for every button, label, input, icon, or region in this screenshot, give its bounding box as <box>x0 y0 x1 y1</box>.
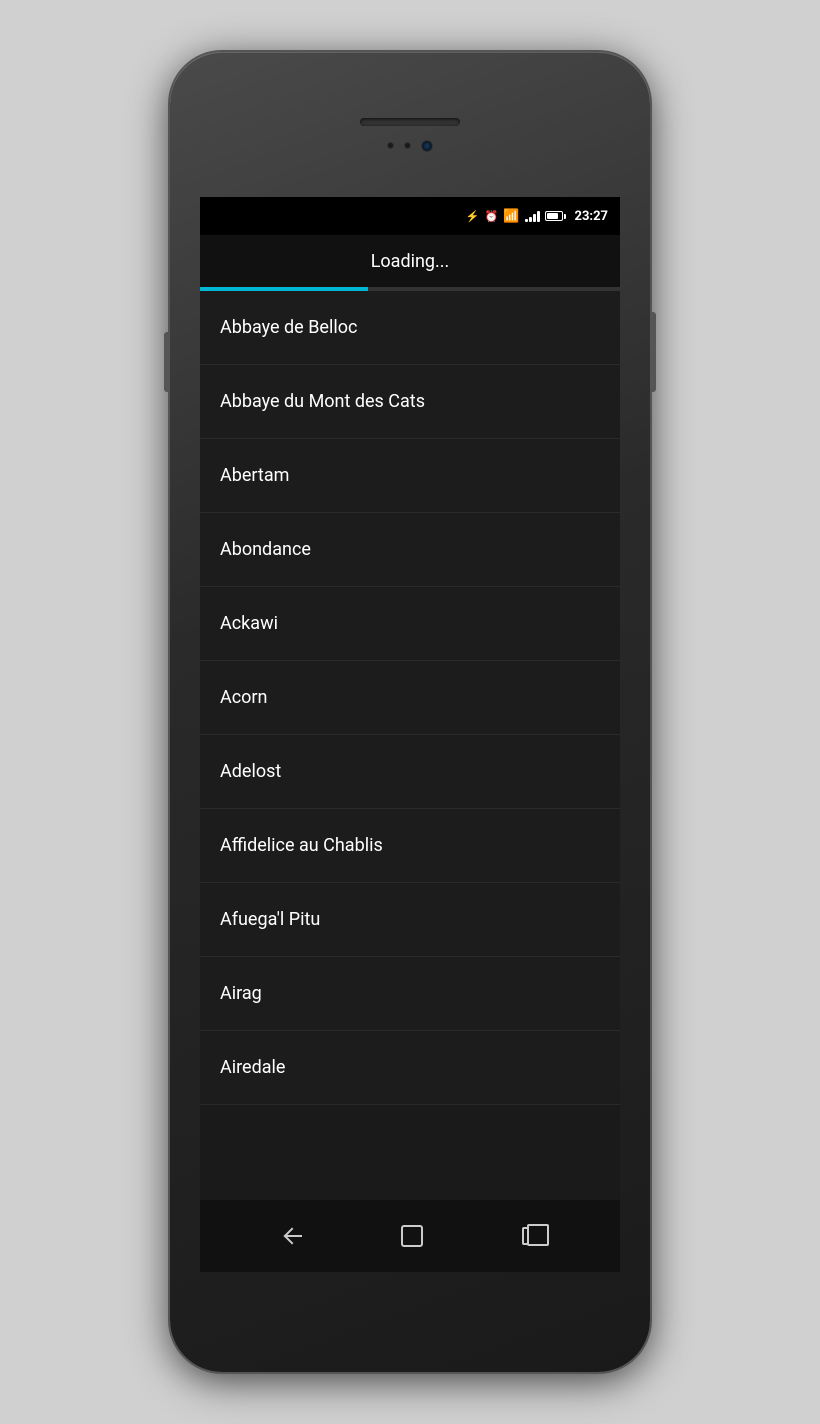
battery-icon <box>545 211 566 221</box>
status-time: 23:27 <box>575 209 609 224</box>
loading-bar-filled <box>200 287 368 291</box>
recents-icon <box>522 1227 540 1245</box>
list-item-label: Airedale <box>220 1057 285 1078</box>
home-icon <box>401 1225 423 1247</box>
battery-tip <box>564 214 566 219</box>
list-item[interactable]: Abondance <box>200 513 620 587</box>
list-item[interactable]: Adelost <box>200 735 620 809</box>
phone-top-bezel <box>170 52 650 197</box>
list-item-label: Abbaye de Belloc <box>220 317 357 338</box>
list-item-label: Affidelice au Chablis <box>220 835 383 856</box>
cheese-list: Abbaye de Belloc Abbaye du Mont des Cats A… <box>200 291 620 1105</box>
list-item[interactable]: Afuega'l Pitu <box>200 883 620 957</box>
back-icon <box>280 1227 302 1245</box>
list-item[interactable]: Airag <box>200 957 620 1031</box>
list-item-label: Abondance <box>220 539 311 560</box>
action-bar: Loading... <box>200 235 620 287</box>
loading-title: Loading... <box>371 251 450 272</box>
front-camera <box>421 140 433 152</box>
speaker-grill <box>360 118 460 126</box>
sensor-dot2 <box>404 142 411 149</box>
battery-fill <box>547 213 559 219</box>
sensor-dot <box>387 142 394 149</box>
wifi-icon: 📶 <box>503 209 519 224</box>
recents-button[interactable] <box>502 1219 560 1253</box>
list-item[interactable]: Ackawi <box>200 587 620 661</box>
status-bar: 📶 23:27 <box>200 197 620 235</box>
list-item-label: Ackawi <box>220 613 278 634</box>
phone-screen: 📶 23:27 L <box>200 197 620 1200</box>
nav-bar <box>200 1200 620 1272</box>
list-item[interactable]: Airedale <box>200 1031 620 1105</box>
list-item[interactable]: Affidelice au Chablis <box>200 809 620 883</box>
phone-device: 📶 23:27 L <box>170 52 650 1372</box>
list-item[interactable]: Abbaye du Mont des Cats <box>200 365 620 439</box>
camera-area <box>387 140 433 152</box>
signal-bar-1 <box>525 219 528 222</box>
phone-bottom-bezel <box>170 1272 650 1372</box>
list-item-label: Airag <box>220 983 262 1004</box>
list-item[interactable]: Abertam <box>200 439 620 513</box>
list-item[interactable]: Abbaye de Belloc <box>200 291 620 365</box>
signal-bar-4 <box>537 211 540 222</box>
signal-bar-3 <box>533 214 536 222</box>
loading-bar-container <box>200 287 620 291</box>
list-item-label: Abertam <box>220 465 289 486</box>
back-button[interactable] <box>260 1219 322 1253</box>
list-item[interactable]: Acorn <box>200 661 620 735</box>
list-item-label: Adelost <box>220 761 281 782</box>
home-button[interactable] <box>381 1217 443 1255</box>
alarm-icon <box>485 210 499 223</box>
bluetooth-icon <box>466 210 480 223</box>
signal-bars <box>525 210 540 222</box>
status-icons: 📶 23:27 <box>466 209 608 224</box>
list-item-label: Afuega'l Pitu <box>220 909 320 930</box>
battery-body <box>545 211 563 221</box>
list-item-label: Abbaye du Mont des Cats <box>220 391 425 412</box>
signal-bar-2 <box>529 217 532 222</box>
list-item-label: Acorn <box>220 687 267 708</box>
